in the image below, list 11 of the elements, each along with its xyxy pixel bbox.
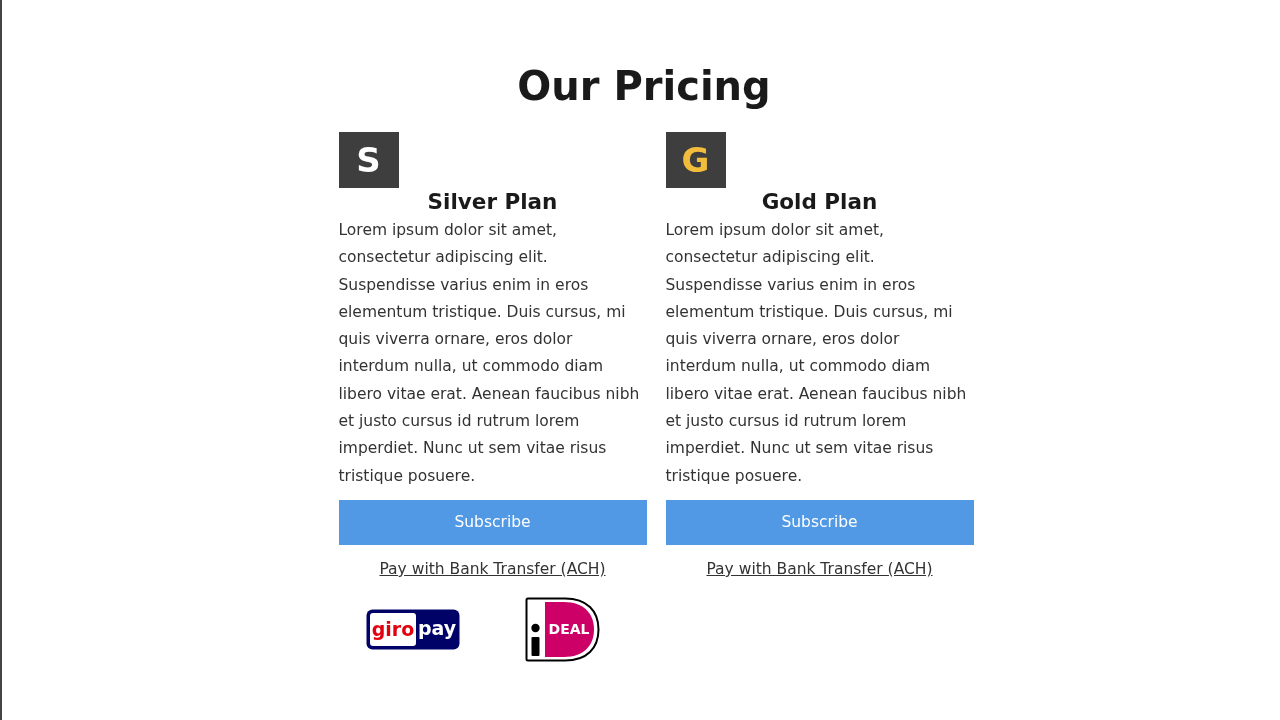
- bank-transfer-link[interactable]: Pay with Bank Transfer (ACH): [379, 558, 606, 579]
- plan-badge-letter: G: [681, 143, 710, 177]
- plan-title: Silver Plan: [427, 189, 558, 215]
- plan-description: Lorem ipsum dolor sit amet, consectetur adipiscing elit. Suspendisse varius enim in eros elementum tristique. Duis cursus, mi quis viverra ornare, eros dolor interdum nulla, ut commodo diam libero vitae erat. Aenean faucibus nibh et justo cursus id rutrum lorem imperdiet. Nunc ut sem vitae risus tristique posuere.: [665, 220, 968, 487]
- giropay-logo: giro pay: [365, 608, 460, 650]
- bank-transfer-link[interactable]: Pay with Bank Transfer (ACH): [706, 558, 933, 579]
- plan-description: Lorem ipsum dolor sit amet, consectetur adipiscing elit. Suspendisse varius enim in eros elementum tristique. Duis cursus, mi quis viverra ornare, eros dolor interdum nulla, ut commodo diam libero vitae erat. Aenean faucibus nibh et justo cursus id rutrum lorem imperdiet. Nunc ut sem vitae risus tristique posuere.: [338, 220, 641, 487]
- plan-title: Gold Plan: [761, 189, 878, 215]
- ideal-logo: DEAL: [524, 596, 600, 662]
- page-title: Our Pricing: [517, 62, 771, 110]
- plan-badge-letter: S: [356, 143, 381, 177]
